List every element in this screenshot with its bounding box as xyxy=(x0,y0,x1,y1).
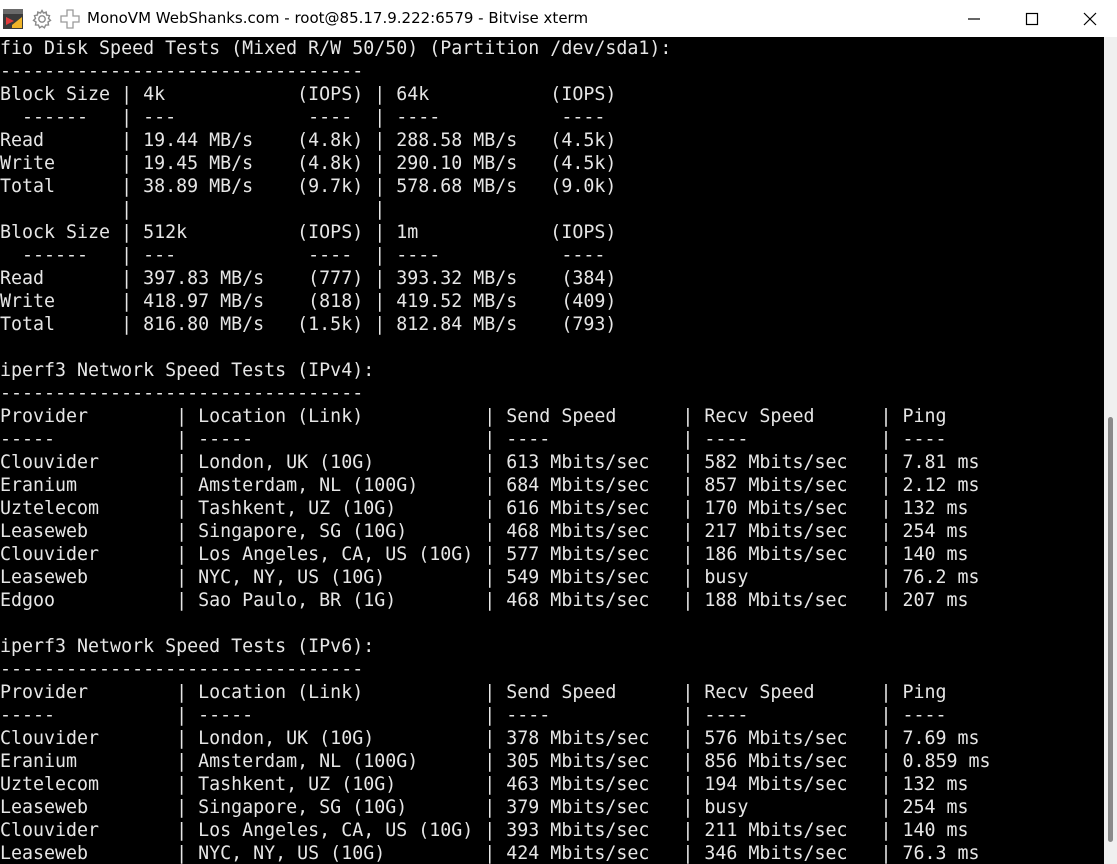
window-title: MonoVM WebShanks.com - root@85.17.9.222:… xyxy=(87,9,589,27)
terminal-line: Clouvider | London, UK (10G) | 378 Mbits… xyxy=(0,728,980,749)
terminal-line: Leaseweb | Singapore, SG (10G) | 379 Mbi… xyxy=(0,797,969,818)
terminal-line: Total | 38.89 MB/s (9.7k) | 578.68 MB/s … xyxy=(0,176,617,197)
title-bar[interactable]: MonoVM WebShanks.com - root@85.17.9.222:… xyxy=(0,0,1117,37)
terminal-line: Clouvider | London, UK (10G) | 613 Mbits… xyxy=(0,452,980,473)
terminal-line: Eranium | Amsterdam, NL (100G) | 305 Mbi… xyxy=(0,751,991,772)
minimize-icon xyxy=(968,17,980,20)
terminal-lines: fio Disk Speed Tests (Mixed R/W 50/50) (… xyxy=(0,37,1104,864)
close-button[interactable] xyxy=(1061,0,1117,37)
terminal-line: Total | 816.80 MB/s (1.5k) | 812.84 MB/s… xyxy=(0,314,617,335)
terminal-line: Provider | Location (Link) | Send Speed … xyxy=(0,406,947,427)
scrollbar-thumb[interactable] xyxy=(1108,417,1113,842)
terminal-window: MonoVM WebShanks.com - root@85.17.9.222:… xyxy=(0,0,1117,864)
terminal-line: Leaseweb | Singapore, SG (10G) | 468 Mbi… xyxy=(0,521,969,542)
terminal-line: Uztelecom | Tashkent, UZ (10G) | 616 Mbi… xyxy=(0,498,969,519)
terminal-line: Block Size | 512k (IOPS) | 1m (IOPS) xyxy=(0,222,617,243)
gear-icon[interactable] xyxy=(31,8,53,30)
terminal-line: ------ | --- ---- | ---- ---- xyxy=(0,107,617,128)
terminal-line: Uztelecom | Tashkent, UZ (10G) | 463 Mbi… xyxy=(0,774,969,795)
terminal-line: Clouvider | Los Angeles, CA, US (10G) | … xyxy=(0,820,969,841)
terminal-line: Read | 19.44 MB/s (4.8k) | 288.58 MB/s (… xyxy=(0,130,617,151)
terminal-line: iperf3 Network Speed Tests (IPv4): xyxy=(0,360,375,381)
terminal-line: Provider | Location (Link) | Send Speed … xyxy=(0,682,947,703)
terminal-line: ------ | --- ---- | ---- ---- xyxy=(0,245,617,266)
terminal-line: iperf3 Network Speed Tests (IPv6): xyxy=(0,636,375,657)
terminal-line: --------------------------------- xyxy=(0,659,364,680)
vertical-scrollbar[interactable] xyxy=(1104,37,1117,864)
terminal-output[interactable]: fio Disk Speed Tests (Mixed R/W 50/50) (… xyxy=(0,37,1104,864)
close-icon xyxy=(1083,12,1097,25)
terminal-line: Read | 397.83 MB/s (777) | 393.32 MB/s (… xyxy=(0,268,617,289)
terminal-line: Leaseweb | NYC, NY, US (10G) | 549 Mbits… xyxy=(0,567,980,588)
terminal-line: fio Disk Speed Tests (Mixed R/W 50/50) (… xyxy=(0,38,672,59)
app-icon[interactable] xyxy=(2,8,24,30)
minimize-button[interactable] xyxy=(945,0,1003,37)
terminal-line: Write | 19.45 MB/s (4.8k) | 290.10 MB/s … xyxy=(0,153,617,174)
terminal-line: Write | 418.97 MB/s (818) | 419.52 MB/s … xyxy=(0,291,617,312)
terminal-line: Clouvider | Los Angeles, CA, US (10G) | … xyxy=(0,544,969,565)
maximize-button[interactable] xyxy=(1003,0,1061,37)
terminal-line: Leaseweb | NYC, NY, US (10G) | 424 Mbits… xyxy=(0,843,980,864)
maximize-icon xyxy=(1025,12,1039,25)
terminal-line: Block Size | 4k (IOPS) | 64k (IOPS) xyxy=(0,84,617,105)
plus-icon[interactable] xyxy=(59,8,81,30)
terminal-line: ----- | ----- | ---- | ---- | ---- xyxy=(0,429,947,450)
terminal-line: ----- | ----- | ---- | ---- | ---- xyxy=(0,705,947,726)
terminal-line: | | xyxy=(0,199,617,220)
terminal-line: Edgoo | Sao Paulo, BR (1G) | 468 Mbits/s… xyxy=(0,590,969,611)
terminal-line: --------------------------------- xyxy=(0,61,364,82)
terminal-line: --------------------------------- xyxy=(0,383,364,404)
terminal-line: Eranium | Amsterdam, NL (100G) | 684 Mbi… xyxy=(0,475,980,496)
